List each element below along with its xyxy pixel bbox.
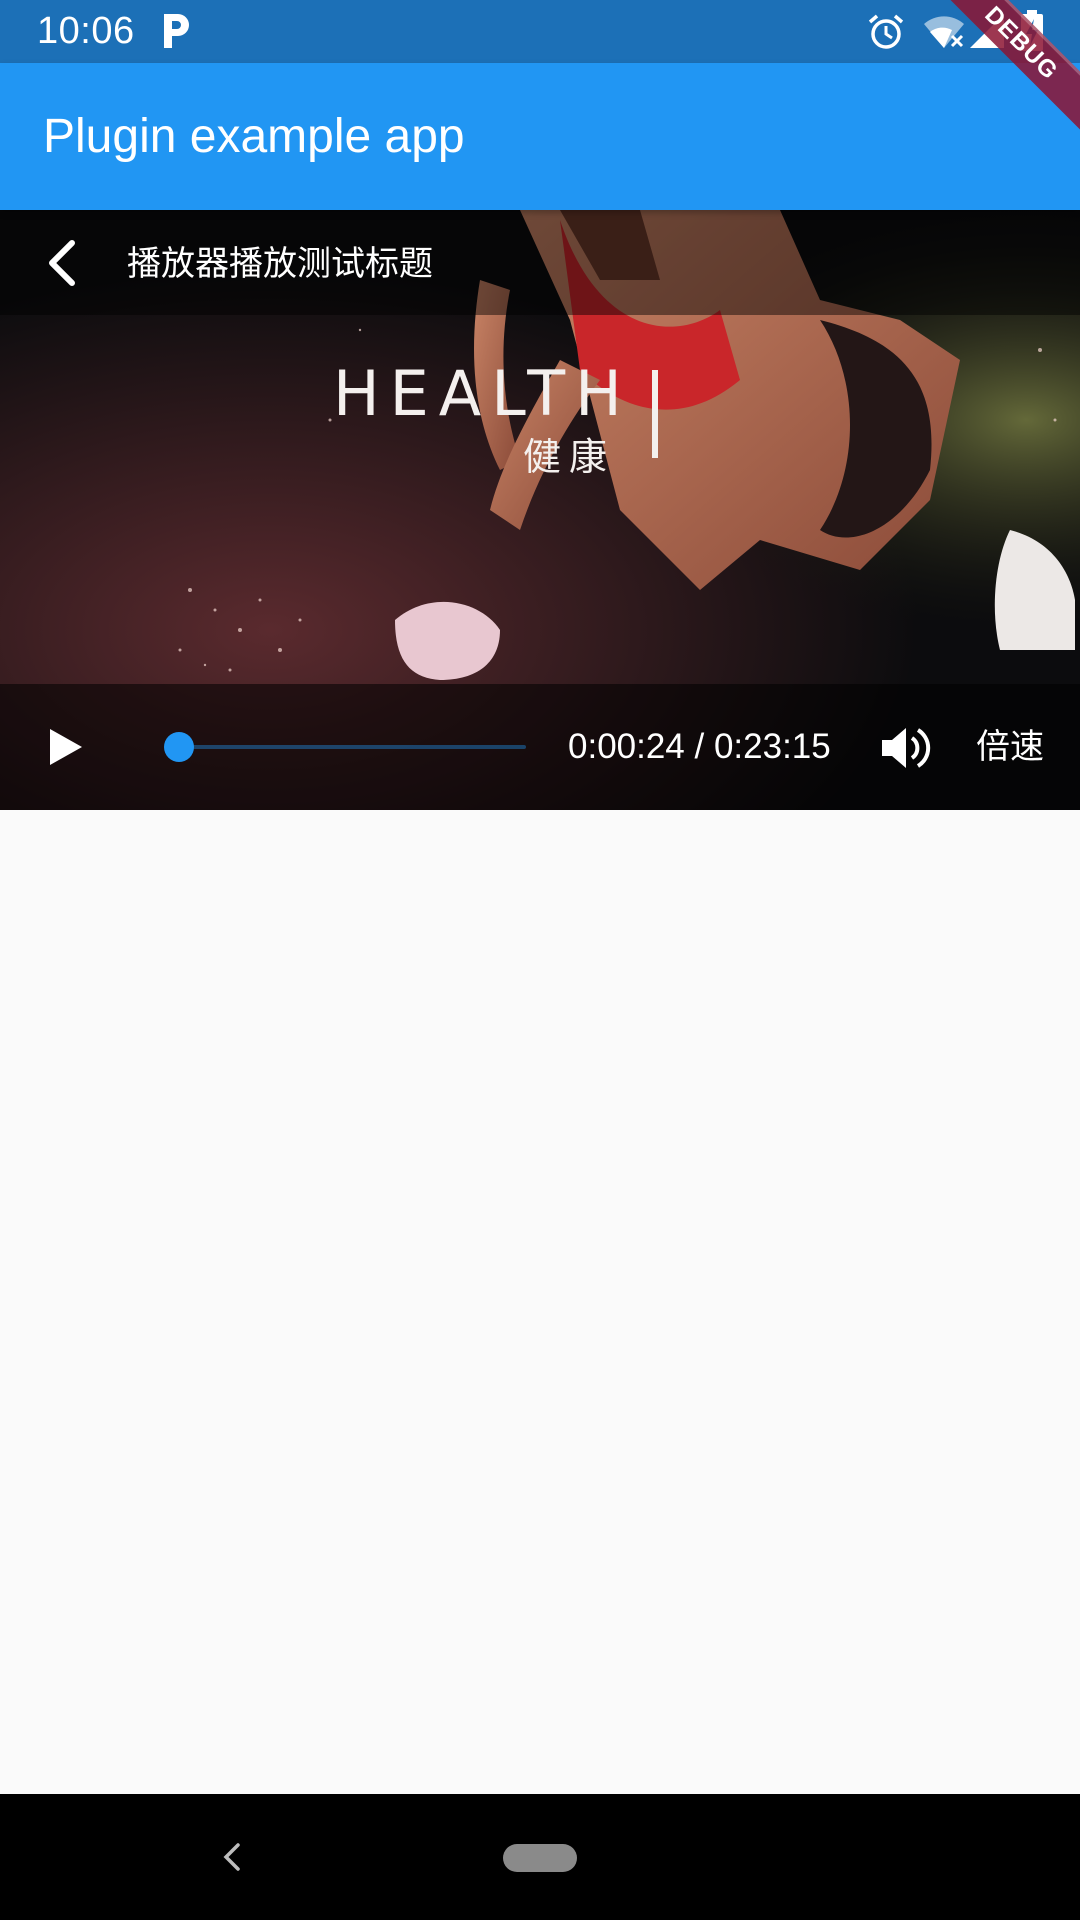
system-nav-bar [0,1794,1080,1920]
back-icon[interactable] [42,240,82,286]
speed-button[interactable]: 倍速 [976,725,1044,769]
alarm-icon [868,14,904,49]
player-top-bar: 播放器播放测试标题 [0,210,1080,315]
progress-slider[interactable] [173,745,526,749]
video-title: 播放器播放测试标题 [127,244,433,284]
app-bar-title: Plugin example app [43,110,465,163]
player-controls: 0:00:24 / 0:23:15 倍速 [0,684,1080,810]
status-time: 10:06 [37,10,135,52]
wifi-off-icon [924,16,964,48]
frame-brand-text: HEALTH [333,357,632,430]
status-bar: 10:06 [0,0,1080,63]
nav-home-pill[interactable] [503,1844,577,1872]
progress-thumb[interactable] [164,732,194,762]
volume-icon[interactable] [880,724,932,772]
video-player[interactable]: HEALTH 健康 播放器播放测试标题 0:00:24 / 0:23:15 倍速 [0,210,1080,810]
p-icon [164,14,189,48]
play-icon[interactable] [48,727,84,767]
nav-back-icon[interactable] [218,1839,246,1875]
app-bar: Plugin example app [0,63,1080,210]
app-screen: 10:06 DEBUG Plugin example app HEALTH 健康… [0,0,1080,1920]
time-display: 0:00:24 / 0:23:15 [568,727,831,766]
frame-subtitle-text: 健康 [523,435,615,479]
